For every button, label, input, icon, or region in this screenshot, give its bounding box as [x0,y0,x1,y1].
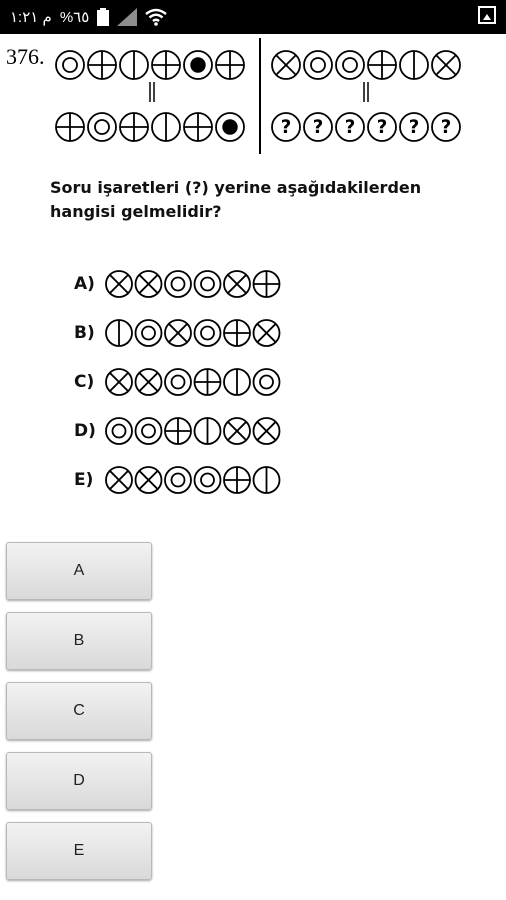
svg-text:?: ? [281,117,292,138]
double-circle-icon [134,417,163,445]
cross-circle-icon [215,50,245,80]
signal-icon [117,8,138,26]
option-symbols [105,270,281,298]
wifi-icon [145,8,168,26]
x-circle-icon [105,270,133,298]
status-bar: م ١:٢١ %٦٥ [0,0,506,34]
status-left: م ١:٢١ %٦٥ [10,0,168,34]
vbar-circle-icon [119,50,149,80]
question-text: Soru işaretleri (?) yerine aşağıdakilerd… [50,178,422,221]
status-right [478,6,496,24]
option-symbols [105,466,281,494]
option-symbols [105,368,281,396]
cross-circle-icon [183,112,213,142]
x-circle-icon [164,319,192,347]
cross-circle-icon [252,270,281,298]
option-symbols [105,417,281,445]
double-circle-icon [55,50,85,80]
question-circle-icon: ? [399,112,429,142]
svg-text:?: ? [409,117,420,138]
x-circle-icon [271,50,301,80]
x-circle-icon [134,270,163,298]
row-top-right [271,50,461,80]
cross-circle-icon [223,319,251,347]
answer-button-b[interactable]: B [6,612,152,670]
answer-button-e[interactable]: E [6,822,152,880]
double-circle-icon [193,466,222,494]
down-arrow-left-icon [149,82,155,102]
x-circle-icon [252,417,281,445]
cross-circle-icon [223,466,251,494]
x-circle-icon [134,368,163,396]
svg-text:?: ? [313,117,324,138]
filled-circle-icon [183,50,213,80]
x-circle-icon [252,319,281,347]
svg-text:?: ? [377,117,388,138]
x-circle-icon [134,466,163,494]
x-circle-icon [105,466,133,494]
double-circle-icon [252,368,281,396]
double-circle-icon [87,112,117,142]
cross-circle-icon [367,50,397,80]
vbar-circle-icon [105,319,133,347]
x-circle-icon [223,417,251,445]
answer-button-d[interactable]: D [6,752,152,810]
answer-button-c[interactable]: C [6,682,152,740]
cross-circle-icon [193,368,222,396]
option-symbols [105,319,281,347]
question-circle-icon: ? [303,112,333,142]
battery-percent: %٦٥ [59,9,90,26]
vbar-circle-icon [223,368,251,396]
question-circle-icon: ? [335,112,365,142]
double-circle-icon [335,50,365,80]
answer-buttons: A B C D E [6,542,152,892]
filled-circle-icon [215,112,245,142]
x-circle-icon [223,270,251,298]
option-label: B) [74,323,95,343]
down-arrow-right-icon [363,82,369,102]
option-label: E) [74,470,94,490]
cross-circle-icon [164,417,192,445]
cross-circle-icon [55,112,85,142]
battery-icon [97,8,110,26]
cross-circle-icon [87,50,117,80]
double-circle-icon [303,50,333,80]
cross-circle-icon [151,50,181,80]
double-circle-icon [164,466,192,494]
answer-button-a[interactable]: A [6,542,152,600]
double-circle-icon [164,270,192,298]
option-label: A) [74,274,95,294]
option-label: C) [74,372,95,392]
question-circle-icon: ? [271,112,301,142]
double-circle-icon [134,319,163,347]
gallery-icon [478,6,496,24]
vbar-circle-icon [193,417,222,445]
double-circle-icon [193,319,222,347]
divider-line [259,38,261,154]
question-area: 376. ?????? Soru işaretleri (?) yerine a… [0,34,506,504]
svg-text:?: ? [441,117,452,138]
x-circle-icon [431,50,461,80]
vbar-circle-icon [252,466,281,494]
double-circle-icon [105,417,133,445]
row-bottom-right: ?????? [271,112,461,142]
x-circle-icon [105,368,133,396]
svg-text:?: ? [345,117,356,138]
clock: م ١:٢١ [10,9,52,26]
vbar-circle-icon [151,112,181,142]
double-circle-icon [193,270,222,298]
row-top-left [55,50,245,80]
option-label: D) [74,421,96,441]
cross-circle-icon [119,112,149,142]
question-circle-icon: ? [431,112,461,142]
double-circle-icon [164,368,192,396]
vbar-circle-icon [399,50,429,80]
row-bottom-left [55,112,245,142]
question-circle-icon: ? [367,112,397,142]
question-number: 376. [6,44,45,69]
